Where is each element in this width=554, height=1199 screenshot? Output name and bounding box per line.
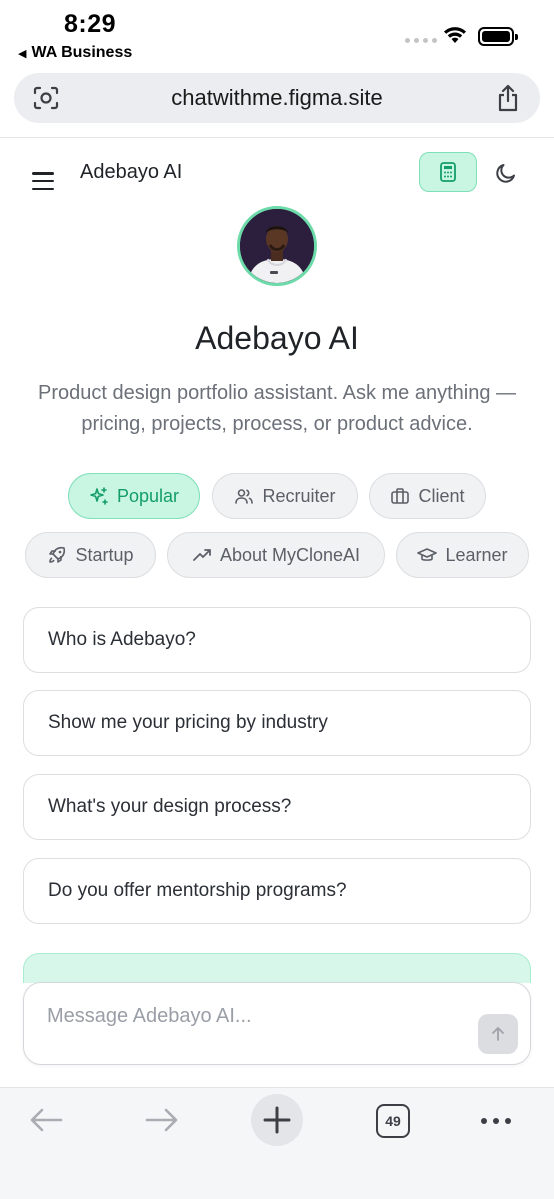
chip-client[interactable]: Client <box>369 473 486 519</box>
suggestion-who-is-adebayo[interactable]: Who is Adebayo? <box>23 607 531 673</box>
browser-divider <box>0 137 554 138</box>
arrow-up-icon <box>492 1027 504 1041</box>
suggestion-mentorship[interactable]: Do you offer mentorship programs? <box>23 858 531 924</box>
suggestion-label: What's your design process? <box>48 796 292 817</box>
chip-label: Popular <box>116 485 180 506</box>
new-tab-button[interactable] <box>251 1094 303 1146</box>
status-time: 8:29 <box>64 10 117 38</box>
chip-label: Recruiter <box>262 485 336 506</box>
more-menu-icon[interactable] <box>481 1118 511 1124</box>
chip-label: Learner <box>445 544 508 565</box>
suggestion-label: Do you offer mentorship programs? <box>48 880 347 901</box>
message-input[interactable] <box>47 1005 477 1028</box>
message-composer <box>23 982 531 1065</box>
theme-toggle-button[interactable] <box>492 159 520 187</box>
briefcase-icon <box>391 488 410 504</box>
chip-about-myclone-ai[interactable]: About MyCloneAI <box>167 532 385 578</box>
hamburger-menu-icon[interactable] <box>32 172 54 190</box>
tab-switcher-button[interactable]: 49 <box>376 1104 410 1138</box>
sparkles-icon <box>90 487 108 505</box>
suggestion-label: Show me your pricing by industry <box>48 712 328 733</box>
chip-recruiter[interactable]: Recruiter <box>212 473 358 519</box>
chip-popular[interactable]: Popular <box>68 473 200 519</box>
url-text: chatwithme.figma.site <box>171 85 383 110</box>
arrow-left-icon <box>30 1108 63 1132</box>
arrow-right-icon <box>145 1108 178 1132</box>
back-to-app-link[interactable]: ◀ WA Business <box>18 44 132 62</box>
cellular-signal-icon <box>405 38 437 43</box>
browser-toolbar: 49 <box>0 1087 554 1199</box>
chip-label: Client <box>418 485 465 506</box>
avatar <box>237 206 317 286</box>
page-tools-icon[interactable] <box>32 85 60 111</box>
hero-title: Adebayo AI <box>195 320 359 356</box>
highlighted-card-peek <box>23 953 531 983</box>
chip-label: About MyCloneAI <box>219 544 361 565</box>
calculator-button[interactable] <box>419 152 477 192</box>
chip-learner[interactable]: Learner <box>396 532 529 578</box>
plus-icon <box>263 1106 291 1134</box>
battery-icon <box>478 27 518 46</box>
send-button[interactable] <box>478 1014 518 1054</box>
back-button[interactable] <box>26 1100 66 1140</box>
moon-icon <box>496 164 515 183</box>
suggestion-pricing-by-industry[interactable]: Show me your pricing by industry <box>23 690 531 756</box>
graduation-cap-icon <box>417 548 438 561</box>
users-icon <box>235 489 254 504</box>
trending-up-icon <box>193 549 211 561</box>
chip-startup[interactable]: Startup <box>25 532 156 578</box>
share-icon[interactable] <box>496 84 520 112</box>
back-triangle-icon: ◀ <box>18 47 27 60</box>
suggestion-design-process[interactable]: What's your design process? <box>23 774 531 840</box>
status-bar: 8:29 ◀ WA Business <box>0 0 554 66</box>
header-title: Adebayo AI <box>80 161 183 183</box>
forward-button[interactable] <box>142 1100 182 1140</box>
chip-label: Startup <box>75 544 134 565</box>
calculator-icon <box>440 162 456 182</box>
hero-subtitle: Product design portfolio assistant. Ask … <box>37 382 517 435</box>
rocket-icon <box>49 546 66 563</box>
suggestion-label: Who is Adebayo? <box>48 629 196 650</box>
back-app-label: WA Business <box>31 44 133 61</box>
address-bar[interactable]: chatwithme.figma.site <box>14 73 540 123</box>
wifi-icon <box>444 27 466 43</box>
